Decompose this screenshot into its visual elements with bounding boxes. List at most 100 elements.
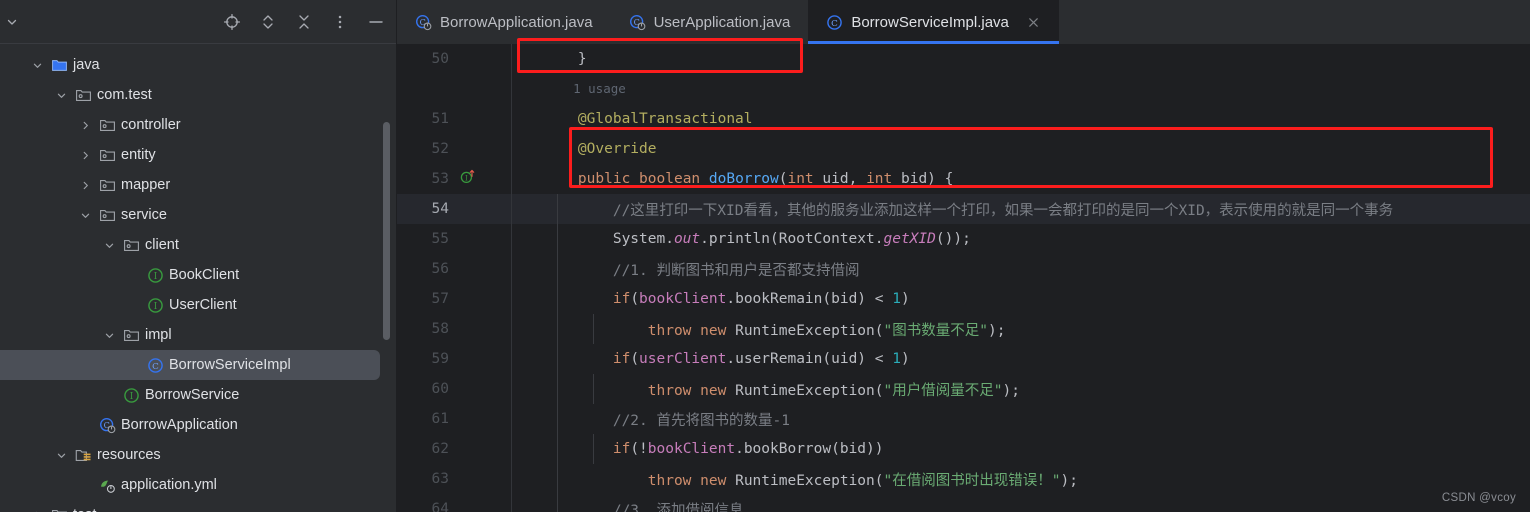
editor-tab-borrowserviceimpl[interactable]: C BorrowServiceImpl.java <box>808 0 1059 44</box>
code-line-text: public boolean doBorrow(int uid, int bid… <box>533 171 953 187</box>
editor-tab-userapplication[interactable]: C UserApplication.java <box>611 0 809 44</box>
tree-item-label: UserClient <box>169 297 237 313</box>
hide-panel-icon[interactable] <box>366 12 386 32</box>
chevron-down-icon[interactable] <box>6 16 18 28</box>
chevron-down-icon[interactable] <box>30 58 44 72</box>
line-number: 51 <box>431 111 449 127</box>
tree-item-controller[interactable]: controller <box>0 110 396 140</box>
fold-gutter[interactable] <box>511 164 533 194</box>
code-token: new <box>700 472 727 489</box>
fold-gutter[interactable] <box>511 344 533 374</box>
fold-gutter[interactable] <box>511 224 533 254</box>
tree-item-client[interactable]: client <box>0 230 396 260</box>
code-token: bid) { <box>892 171 954 187</box>
tree-item-borrowserviceimpl[interactable]: C BorrowServiceImpl <box>0 350 380 380</box>
fold-gutter[interactable] <box>511 284 533 314</box>
chevron-right-icon[interactable] <box>30 508 44 512</box>
expand-collapse-icon[interactable] <box>258 12 278 32</box>
interface-icon: I <box>123 387 140 404</box>
code-line[interactable]: 53 I public boolean doBorrow(int uid, int… <box>397 164 1530 194</box>
tree-item-test[interactable]: test <box>0 500 396 512</box>
code-line[interactable]: 58 throw new RuntimeException("图书数量不足"); <box>397 314 1530 344</box>
code-line-text: //这里打印一下XID看看，其他的服务业添加这样一个打印，如果一会都打印的是同一… <box>533 199 1393 220</box>
code-token: .bookBorrow(bid)) <box>735 441 884 457</box>
fold-gutter[interactable] <box>511 434 533 464</box>
code-line-text: } <box>533 51 587 67</box>
tree-item-bookclient[interactable]: I BookClient <box>0 260 396 290</box>
code-line[interactable]: 51 @GlobalTransactional <box>397 104 1530 134</box>
chevron-right-icon[interactable] <box>78 178 92 192</box>
tree-item-userclient[interactable]: I UserClient <box>0 290 396 320</box>
tree-item-application-yml[interactable]: application.yml <box>0 470 396 500</box>
line-number: 50 <box>431 51 449 67</box>
tree-item-resources[interactable]: resources <box>0 440 396 470</box>
code-line-text: //2. 首先将图书的数量-1 <box>533 409 790 430</box>
package-folder <box>75 87 92 104</box>
class-icon: C <box>147 357 164 374</box>
fold-gutter[interactable] <box>511 374 533 404</box>
code-line[interactable]: 61 //2. 首先将图书的数量-1 <box>397 404 1530 434</box>
more-options-icon[interactable] <box>330 12 350 32</box>
code-line-text: throw new RuntimeException("图书数量不足"); <box>533 319 1006 340</box>
code-line[interactable]: 1 usage <box>397 74 1530 104</box>
implements-method-icon[interactable]: I <box>459 168 477 190</box>
tree-item-borrowapplication[interactable]: C BorrowApplication <box>0 410 396 440</box>
tree-item-mapper[interactable]: mapper <box>0 170 396 200</box>
code-editor[interactable]: 50 } 1 usage 51 @GlobalTransactional 52 @O… <box>397 44 1530 512</box>
tree-item-borrowservice[interactable]: I BorrowService <box>0 380 396 410</box>
line-number: 62 <box>431 441 449 457</box>
code-line[interactable]: 55 System.out.println(RootContext.getXID… <box>397 224 1530 254</box>
code-token: .println(RootContext. <box>700 231 884 247</box>
tree-item-com-test[interactable]: com.test <box>0 80 396 110</box>
code-line[interactable]: 59 if(userClient.userRemain(uid) < 1) <box>397 344 1530 374</box>
code-line[interactable]: 52 @Override <box>397 134 1530 164</box>
fold-gutter[interactable] <box>511 74 533 104</box>
collapse-all-icon[interactable] <box>294 12 314 32</box>
chevron-down-icon[interactable] <box>54 88 68 102</box>
chevron-right-icon[interactable] <box>78 148 92 162</box>
spring-class-icon: C <box>415 14 432 31</box>
fold-gutter[interactable] <box>511 404 533 434</box>
chevron-down-icon[interactable] <box>102 238 116 252</box>
code-token: doBorrow <box>708 171 779 187</box>
locate-target-icon[interactable] <box>222 12 242 32</box>
code-line[interactable]: 64 //3. 添加借阅信息 <box>397 494 1530 512</box>
package-folder <box>99 177 116 194</box>
code-line[interactable]: 60 throw new RuntimeException("用户借阅量不足")… <box>397 374 1530 404</box>
fold-gutter[interactable] <box>511 314 533 344</box>
code-token: "在借阅图书时出现错误！" <box>883 472 1061 489</box>
code-line[interactable]: 62 if(!bookClient.bookBorrow(bid)) <box>397 434 1530 464</box>
code-line[interactable]: 56 //1. 判断图书和用户是否都支持借阅 <box>397 254 1530 284</box>
fold-gutter[interactable] <box>511 104 533 134</box>
fold-gutter[interactable] <box>511 194 533 224</box>
code-token: int <box>866 171 893 187</box>
editor-tab-borrowapplication[interactable]: C BorrowApplication.java <box>397 0 611 44</box>
code-token: throw <box>647 472 692 489</box>
project-title-group[interactable]: ct <box>0 13 18 30</box>
fold-gutter[interactable] <box>511 44 533 74</box>
code-line[interactable]: 57 if(bookClient.bookRemain(bid) < 1) <box>397 284 1530 314</box>
code-token: new <box>700 322 727 339</box>
fold-gutter[interactable] <box>511 134 533 164</box>
tree-item-entity[interactable]: entity <box>0 140 396 170</box>
fold-gutter[interactable] <box>511 464 533 494</box>
code-token: ( <box>630 351 640 367</box>
chevron-down-icon[interactable] <box>54 448 68 462</box>
close-icon[interactable] <box>1027 15 1041 29</box>
chevron-down-icon[interactable] <box>78 208 92 222</box>
tree-item-label: impl <box>145 327 172 343</box>
code-line[interactable]: 63 throw new RuntimeException("在借阅图书时出现错… <box>397 464 1530 494</box>
code-line[interactable]: 54 //这里打印一下XID看看，其他的服务业添加这样一个打印，如果一会都打印的… <box>397 194 1530 224</box>
editor-tab-label: BorrowServiceImpl.java <box>851 13 1009 31</box>
tree-item-impl[interactable]: impl <box>0 320 396 350</box>
tree-item-service[interactable]: service <box>0 200 396 230</box>
chevron-right-icon[interactable] <box>78 118 92 132</box>
fold-gutter[interactable] <box>511 494 533 512</box>
code-line[interactable]: 50 } <box>397 44 1530 74</box>
tree-item-java[interactable]: java <box>0 50 396 80</box>
fold-gutter[interactable] <box>511 254 533 284</box>
project-tree-scrollbar[interactable] <box>383 122 390 340</box>
chevron-down-icon[interactable] <box>102 328 116 342</box>
